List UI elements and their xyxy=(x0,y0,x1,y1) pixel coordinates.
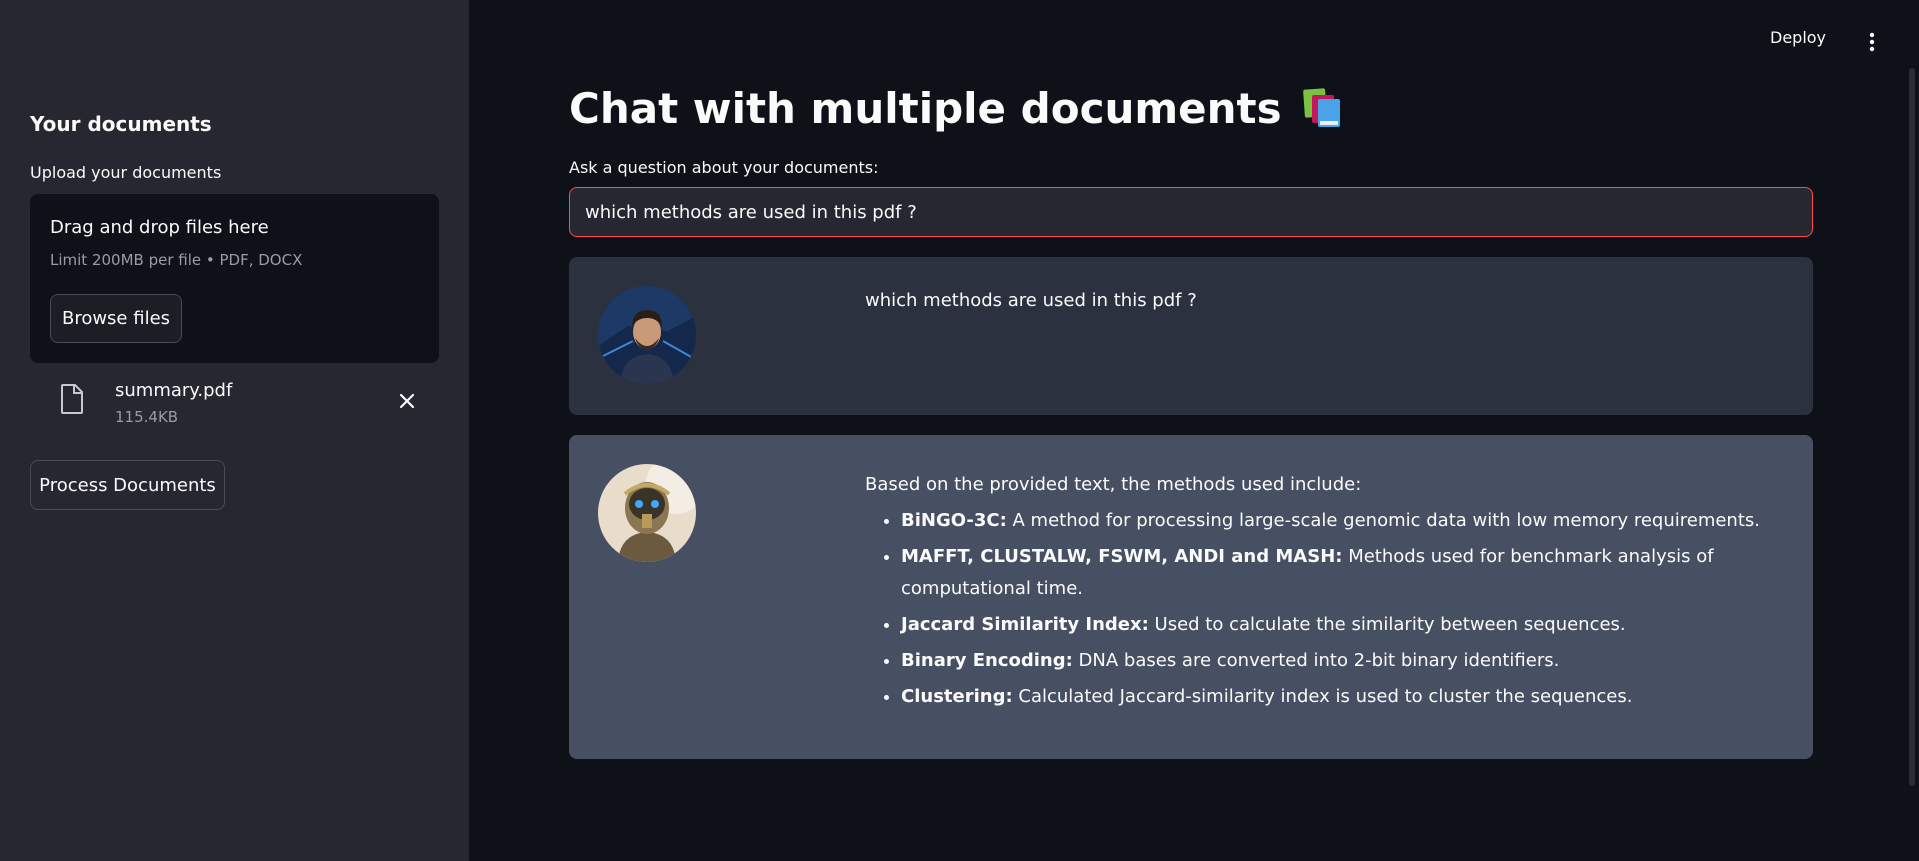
list-item: Clustering: Calculated Jaccard-similarit… xyxy=(901,681,1765,713)
list-item-term: MAFFT, CLUSTALW, FSWM, ANDI and MASH: xyxy=(901,546,1343,567)
list-item: MAFFT, CLUSTALW, FSWM, ANDI and MASH: Me… xyxy=(901,541,1765,605)
scrollbar[interactable] xyxy=(1909,68,1915,786)
bot-avatar xyxy=(598,464,696,562)
deploy-button[interactable]: Deploy xyxy=(1770,28,1826,47)
books-icon xyxy=(1302,88,1340,127)
uploaded-file-item: summary.pdf 115.4KB xyxy=(30,372,439,432)
dropzone-limit: Limit 200MB per file • PDF, DOCX xyxy=(50,251,303,269)
process-documents-button[interactable]: Process Documents xyxy=(30,460,225,510)
file-size: 115.4KB xyxy=(115,408,179,426)
kebab-menu-icon[interactable] xyxy=(1862,30,1882,54)
list-item-term: Jaccard Similarity Index: xyxy=(901,614,1149,635)
list-item-desc: Calculated Jaccard-similarity index is u… xyxy=(1012,686,1633,707)
question-input[interactable] xyxy=(569,187,1813,237)
user-avatar xyxy=(598,286,696,384)
list-item-desc: A method for processing large-scale geno… xyxy=(1006,510,1761,531)
file-icon xyxy=(61,384,83,414)
sidebar-heading: Your documents xyxy=(30,112,212,136)
dropzone-title: Drag and drop files here xyxy=(50,217,269,238)
user-message-text: which methods are used in this pdf ? xyxy=(865,290,1197,311)
list-item: BiNGO-3C: A method for processing large-… xyxy=(901,505,1765,537)
file-dropzone[interactable]: Drag and drop files here Limit 200MB per… xyxy=(30,194,439,363)
sidebar: Your documents Upload your documents Dra… xyxy=(0,0,469,861)
file-name: summary.pdf xyxy=(115,380,233,401)
list-item-desc: Used to calculate the similarity between… xyxy=(1148,614,1626,635)
page-header: Chat with multiple documents xyxy=(569,78,1344,138)
list-item-desc: DNA bases are converted into 2-bit binar… xyxy=(1072,650,1560,671)
bot-intro: Based on the provided text, the methods … xyxy=(865,474,1362,495)
list-item: Jaccard Similarity Index: Used to calcul… xyxy=(901,609,1765,641)
methods-list: BiNGO-3C: A method for processing large-… xyxy=(865,505,1765,713)
list-item-term: Clustering: xyxy=(901,686,1013,707)
page-title: Chat with multiple documents xyxy=(569,83,1282,133)
bot-message-body: Based on the provided text, the methods … xyxy=(865,469,1765,717)
browse-files-button[interactable]: Browse files xyxy=(50,294,182,343)
question-label: Ask a question about your documents: xyxy=(569,158,879,177)
bot-message: Based on the provided text, the methods … xyxy=(569,435,1813,759)
list-item: Binary Encoding: DNA bases are converted… xyxy=(901,645,1765,677)
user-message: which methods are used in this pdf ? xyxy=(569,257,1813,415)
upload-label: Upload your documents xyxy=(30,163,222,182)
list-item-term: BiNGO-3C: xyxy=(901,510,1007,531)
close-icon[interactable] xyxy=(394,388,420,414)
list-item-term: Binary Encoding: xyxy=(901,650,1073,671)
